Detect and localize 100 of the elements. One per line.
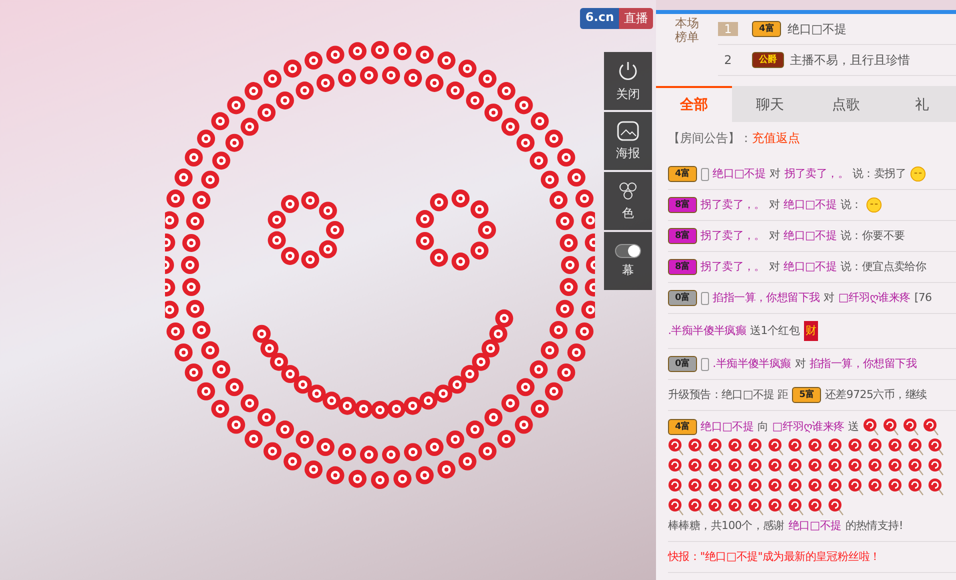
lollipop-icon xyxy=(848,458,864,476)
chat-tab[interactable]: 礼 xyxy=(884,86,956,122)
username-link[interactable]: 掐指一算，你想留下我 xyxy=(712,290,820,306)
message-text: 棒棒糖，共100个，感谢 xyxy=(668,518,784,534)
username-link[interactable]: .半痴半傻半疯癫 xyxy=(668,323,746,339)
lollipop-icon xyxy=(768,478,784,496)
logo-label: 直播 xyxy=(619,8,653,29)
username-link[interactable]: 绝口□不提 xyxy=(700,419,754,435)
username-link[interactable]: □纤羽ღ谁来疼 xyxy=(772,419,844,435)
message-text: 向 xyxy=(758,419,768,435)
lollipop-icon xyxy=(808,478,824,496)
message-text: 对 xyxy=(768,228,780,244)
lollipop-icon xyxy=(668,438,684,456)
side-button[interactable]: 关闭 xyxy=(604,52,652,110)
lollipop-icon xyxy=(768,498,784,516)
lollipop-icon xyxy=(788,458,804,476)
lollipop-icon xyxy=(668,458,684,476)
rank-badge: 8富 xyxy=(668,259,697,275)
chat-tab[interactable]: 点歌 xyxy=(808,86,884,122)
username-link[interactable]: 拐了卖了，。 xyxy=(700,197,765,213)
rank-badge: 0富 xyxy=(668,290,697,306)
rank-badge: 0富 xyxy=(668,356,697,372)
message-text: 说：卖拐了 xyxy=(852,166,906,182)
lollipop-icon xyxy=(788,438,804,456)
lollipop-icon xyxy=(922,418,939,436)
phone-icon xyxy=(700,168,709,180)
message-text: 说：便宜点卖给你 xyxy=(840,259,926,275)
lollipop-icon xyxy=(688,458,704,476)
lollipop-icon xyxy=(848,478,864,496)
message-text: 送1个红包 xyxy=(750,323,800,339)
message-text: 对 xyxy=(770,166,780,182)
announcement-label: 【房间公告】： xyxy=(668,130,752,147)
lollipop-icon xyxy=(808,438,824,456)
username-link[interactable]: 拐了卖了，。 xyxy=(700,228,765,244)
message-text: 还差9725六币，继续 xyxy=(824,387,927,403)
message-text: [76 xyxy=(914,290,932,306)
lollipop-icon xyxy=(708,478,724,496)
picture-icon xyxy=(617,120,639,140)
message-text: 对 xyxy=(794,356,806,372)
lollipop-icon xyxy=(828,458,844,476)
side-button[interactable]: 幕 xyxy=(604,232,652,290)
lollipop-icon xyxy=(788,498,804,516)
lollipop-icon xyxy=(928,478,944,496)
lollipop-icon xyxy=(748,458,764,476)
lollipop-icon xyxy=(788,478,804,496)
power-icon xyxy=(617,60,639,82)
lollipop-icon xyxy=(708,458,724,476)
username-link[interactable]: 绝口□不提 xyxy=(784,197,836,213)
message-text: 对 xyxy=(824,290,834,306)
lollipop-icon xyxy=(748,478,764,496)
chat-tab[interactable]: 聊天 xyxy=(732,86,808,122)
message-text: 升级预告：绝口□不提 距 xyxy=(668,387,788,403)
message-text: 说： xyxy=(840,197,862,213)
lollipop-icon xyxy=(808,458,824,476)
lollipop-icon xyxy=(908,458,924,476)
username-link[interactable]: 绝口□不提 xyxy=(784,259,836,275)
side-button[interactable]: 色 xyxy=(604,172,652,230)
message-text: 送 xyxy=(848,419,859,435)
message-text: 对 xyxy=(768,259,780,275)
phone-icon xyxy=(700,292,709,304)
lollipop-icon xyxy=(708,498,724,516)
username-link[interactable]: □纤羽ღ谁来疼 xyxy=(838,290,910,306)
toggle-icon[interactable] xyxy=(615,244,641,258)
lollipop-icon xyxy=(728,458,744,476)
lollipop-icon xyxy=(908,478,924,496)
rank-badge: 4富 xyxy=(668,419,697,435)
lollipop-icon xyxy=(828,438,844,456)
username-link[interactable]: 掐指一算，你想留下我 xyxy=(809,356,916,372)
username-link[interactable]: 绝口□不提 xyxy=(784,228,836,244)
phone-icon xyxy=(700,358,709,370)
lollipop-icon xyxy=(728,478,744,496)
lollipop-icon xyxy=(868,438,884,456)
side-button[interactable]: 海报 xyxy=(604,112,652,170)
rank-badge: 4富 xyxy=(668,166,697,182)
username-link[interactable]: 拐了卖了，。 xyxy=(700,259,765,275)
lollipop-icon xyxy=(888,458,904,476)
lollipop-icon xyxy=(848,438,864,456)
message-text: 的热情支持! xyxy=(845,518,903,534)
message-text: 说：你要不要 xyxy=(840,228,905,244)
lollipop-icon xyxy=(828,478,844,496)
gift-envelope-icon: 财 xyxy=(804,321,818,341)
ranking-name: 主播不易，且行且珍惜 xyxy=(790,52,910,68)
circles-icon xyxy=(617,180,639,200)
message-text: 对 xyxy=(768,197,780,213)
lollipop-icon xyxy=(688,498,704,516)
lollipop-icon xyxy=(862,418,879,436)
lollipop-icon xyxy=(688,478,704,496)
ranking-title: 本场榜单 xyxy=(674,16,700,45)
lollipop-icon xyxy=(668,478,684,496)
username-link[interactable]: 绝口□不提 xyxy=(712,166,766,182)
lollipop-icon xyxy=(888,438,904,456)
lollipop-icon xyxy=(928,438,944,456)
lollipop-icon xyxy=(828,498,844,516)
rank-badge: 公爵 xyxy=(752,52,784,68)
username-link[interactable]: 拐了卖了，。 xyxy=(784,166,848,182)
username-link[interactable]: .半痴半傻半疯癫 xyxy=(712,356,791,372)
lollipop-icon xyxy=(728,438,744,456)
lollipop-icon xyxy=(888,478,904,496)
rank-number: 2 xyxy=(723,53,733,67)
username-link[interactable]: 绝口□不提 xyxy=(788,518,842,534)
